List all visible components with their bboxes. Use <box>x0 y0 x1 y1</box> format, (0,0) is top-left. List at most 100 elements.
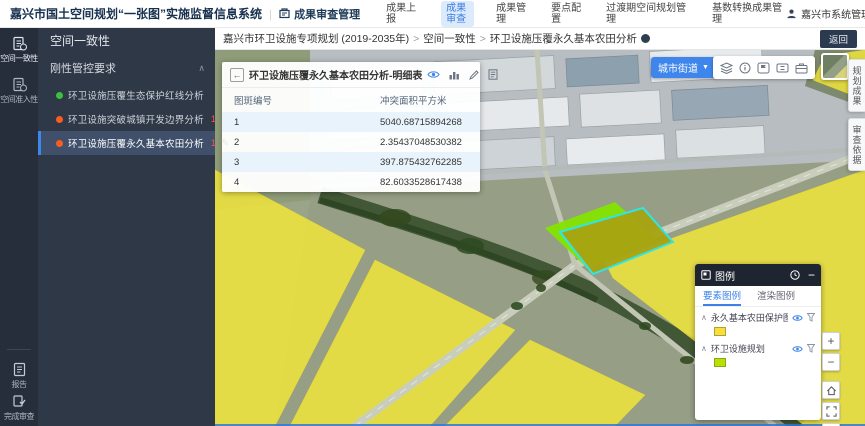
back-button[interactable]: 返回 <box>820 30 857 48</box>
table-row[interactable]: 1 5040.68715894268 <box>222 112 480 132</box>
collapse-icon: ∧ <box>701 344 707 353</box>
module-label: 成果审查管理 <box>294 6 360 22</box>
breadcrumb-separator: > <box>413 33 419 45</box>
column-header: 图斑编号 <box>222 93 380 107</box>
home-extent-button[interactable] <box>822 381 840 399</box>
main-area: 嘉兴市环卫设施专项规划 (2019-2035年) > 空间一致性 > 环卫设施压… <box>215 28 865 426</box>
rail-item-spatial-admission[interactable]: 空间准入性 <box>0 77 38 105</box>
table-row[interactable]: 4 82.6033528617438 <box>222 172 480 192</box>
detail-table-header: ← 环卫设施压覆永久基本农田分析-明细表 <box>222 62 480 88</box>
tree-item-eco-redline[interactable]: 环卫设施压覆生态保护红线分析 <box>38 83 215 107</box>
filter-icon[interactable] <box>807 313 815 322</box>
table-row[interactable]: 3 397.875432762285 <box>222 152 480 172</box>
collapse-icon: ∧ <box>198 63 205 74</box>
count-badge: 1 <box>211 114 216 124</box>
report-icon <box>12 362 27 377</box>
count-badge: 1 <box>211 138 216 148</box>
breadcrumb-part-consistency[interactable]: 空间一致性 <box>423 31 476 46</box>
detail-table-title: 环卫设施压覆永久基本农田分析-明细表 <box>249 67 422 82</box>
legend-item-label: 环卫设施规划 <box>711 342 788 355</box>
rail-label: 空间一致性 <box>0 53 38 64</box>
menu-item-transition-planning[interactable]: 过渡期空间规划管理 <box>606 3 690 25</box>
cell-patch-id: 4 <box>222 177 380 188</box>
edit-icon[interactable] <box>469 70 479 80</box>
home-icon <box>826 385 837 396</box>
menu-item-results-manage[interactable]: 成果管理 <box>496 3 529 25</box>
flag-icon[interactable] <box>757 62 770 74</box>
layers-icon[interactable] <box>720 62 733 74</box>
zoom-controls-gap <box>822 374 840 378</box>
menu-item-base-conversion[interactable]: 基数转换成果管理 <box>712 3 786 25</box>
info-circle-icon[interactable] <box>739 62 751 74</box>
collapse-icon: ∧ <box>701 313 707 322</box>
menu-item-points-config[interactable]: 要点配置 <box>551 3 584 25</box>
breadcrumb-separator: > <box>480 33 486 45</box>
zoom-in-button[interactable]: + <box>822 332 840 350</box>
tree-item-farmland[interactable]: 环卫设施压覆永久基本农田分析 1 ✎ <box>38 131 215 155</box>
menu-item-results-upload[interactable]: 成果上报 <box>386 3 419 25</box>
app-title: 嘉兴市国土空间规划“一张图”实施监督信息系统 <box>10 5 262 22</box>
visibility-icon[interactable] <box>792 345 803 353</box>
view-icon[interactable] <box>427 70 440 79</box>
legend-item-sanitation[interactable]: ∧ 环卫设施规划 <box>695 338 821 356</box>
menu-item-results-review[interactable]: 成果审查 <box>441 1 474 27</box>
clock-icon[interactable] <box>790 270 800 280</box>
top-bar-right: 嘉兴市系统管理员 ▼ ? 系统文档 <box>786 6 865 21</box>
spatial-admission-icon <box>12 77 27 92</box>
legend-panel: 图例 − 要素图例 渲染图例 ∧ 永久基本农田保护图斑 ∧ 环卫设施 <box>695 264 821 420</box>
rail-label: 报告 <box>0 379 38 390</box>
tree-section-rigid-control[interactable]: 刚性管控要求 ∧ <box>38 54 215 83</box>
visibility-icon[interactable] <box>792 314 803 322</box>
cell-conflict-area: 2.35437048530382 <box>380 137 480 148</box>
left-icon-rail: 空间一致性 空间准入性 报告 完成审查 <box>0 28 38 426</box>
module-icon <box>279 8 290 19</box>
back-arrow-icon[interactable]: ← <box>230 68 244 82</box>
rail-item-report[interactable]: 报告 <box>0 362 38 390</box>
user-name: 嘉兴市系统管理员 <box>801 6 865 21</box>
title-divider: | <box>269 7 272 21</box>
rail-item-spatial-consistency[interactable]: 空间一致性 <box>0 36 38 64</box>
tree-item-label: 环卫设施压覆永久基本农田分析 <box>68 136 204 150</box>
main-menu: 成果上报 成果审查 成果管理 要点配置 过渡期空间规划管理 基数转换成果管理 <box>386 1 786 27</box>
status-dot-green <box>56 92 63 99</box>
info-icon[interactable] <box>641 34 650 43</box>
tab-review-basis[interactable]: 审查依据 <box>848 118 865 171</box>
tab-planning-results[interactable]: 规划成果 <box>848 59 865 112</box>
column-header: 冲突面积平方米 <box>380 93 480 107</box>
edit-icon[interactable]: ✎ <box>221 138 230 149</box>
map-viewport[interactable]: ← 环卫设施压覆永久基本农田分析-明细表 图斑编号 冲突面积平方米 1 5040 <box>215 50 865 426</box>
status-dot-orange <box>56 116 63 123</box>
basemap-select-button[interactable]: 城市街道 ▼ <box>651 57 716 78</box>
tree-title: 空间一致性 <box>38 28 215 54</box>
basemap-thumbnail[interactable] <box>821 53 849 80</box>
cell-patch-id: 3 <box>222 157 380 168</box>
user-menu[interactable]: 嘉兴市系统管理员 ▼ <box>786 6 865 21</box>
toolbox-icon[interactable] <box>795 62 808 74</box>
fullscreen-button[interactable] <box>822 402 840 420</box>
finish-review-icon <box>12 394 27 409</box>
map-toolbar <box>713 56 815 79</box>
swipe-compare-icon[interactable] <box>776 62 789 74</box>
legend-item-farmland[interactable]: ∧ 永久基本农田保护图斑 <box>695 307 821 325</box>
rail-item-finish-review[interactable]: 完成审查 <box>0 394 38 422</box>
document-icon[interactable] <box>488 69 498 80</box>
legend-header[interactable]: 图例 − <box>695 264 821 286</box>
cell-conflict-area: 82.6033528617438 <box>380 177 480 188</box>
cell-patch-id: 2 <box>222 137 380 148</box>
breadcrumb-part-analysis[interactable]: 环卫设施压覆永久基本农田分析 <box>490 31 637 46</box>
chart-icon[interactable] <box>449 70 460 80</box>
cell-conflict-area: 397.875432762285 <box>380 157 480 168</box>
tree-section-label: 刚性管控要求 <box>50 60 116 76</box>
legend-tab-features[interactable]: 要素图例 <box>703 286 741 306</box>
legend-swatch-sanitation <box>714 358 726 367</box>
legend-tab-render[interactable]: 渲染图例 <box>757 286 795 306</box>
tree-item-label: 环卫设施突破城镇开发边界分析 <box>68 112 204 126</box>
table-row[interactable]: 2 2.35437048530382 <box>222 132 480 152</box>
minimize-icon[interactable]: − <box>808 270 815 280</box>
module-switcher[interactable]: 成果审查管理 <box>279 6 360 22</box>
filter-icon[interactable] <box>807 344 815 353</box>
breadcrumb-part-plan[interactable]: 嘉兴市环卫设施专项规划 (2019-2035年) <box>223 31 409 46</box>
tree-item-urban-boundary[interactable]: 环卫设施突破城镇开发边界分析 1 <box>38 107 215 131</box>
zoom-out-button[interactable]: − <box>822 353 840 371</box>
user-icon <box>786 8 797 19</box>
